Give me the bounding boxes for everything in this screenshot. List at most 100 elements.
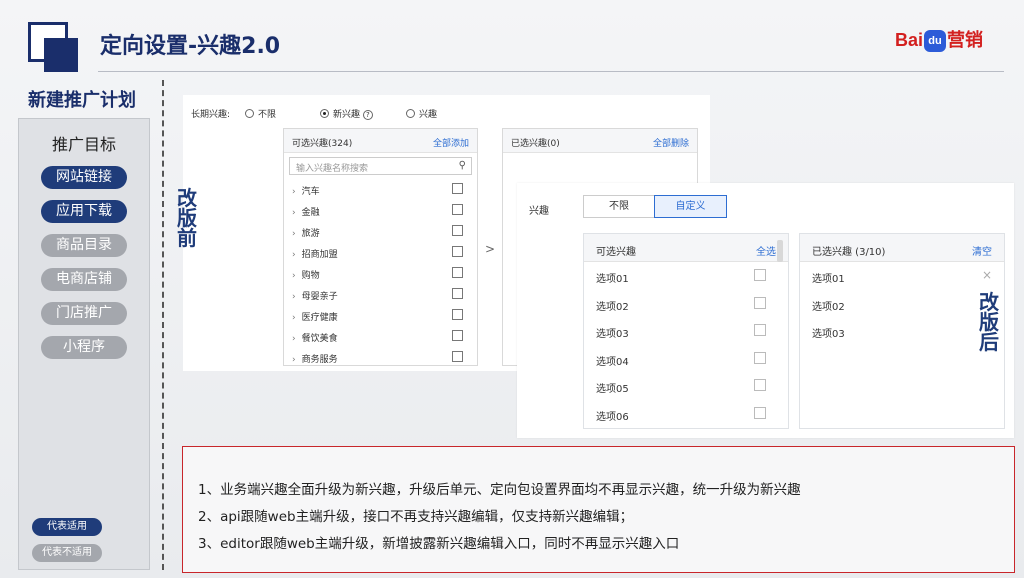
close-icon[interactable]: × xyxy=(982,268,992,282)
before-tag: 改版前 xyxy=(177,186,197,250)
radio-new-interest[interactable]: 新兴趣 ? xyxy=(320,107,373,120)
option-label: 选项06 xyxy=(596,411,629,423)
option-row[interactable]: 选项01 xyxy=(584,262,788,290)
checkbox[interactable] xyxy=(754,296,766,309)
option-row[interactable]: 选项03 xyxy=(584,317,788,345)
add-all-link[interactable]: 全部添加 xyxy=(433,136,469,149)
checkbox[interactable] xyxy=(754,351,766,364)
list-item-label: 招商加盟 xyxy=(301,250,338,260)
selected-option-row: 选项01 × xyxy=(800,262,1004,290)
option-label: 选项03 xyxy=(596,329,629,340)
selected-options-list: 已选兴趣 (3/10) 清空 选项01 × 选项02 选项03 xyxy=(799,233,1005,429)
option-label: 选项01 xyxy=(812,274,845,285)
goal-sidebar: 推广目标 网站链接应用下载商品目录电商店铺门店推广小程序 xyxy=(18,118,150,570)
chevron-right-icon: › xyxy=(292,250,296,260)
list-item[interactable]: › 商务服务 xyxy=(284,347,477,368)
list-item-label: 旅游 xyxy=(301,229,320,239)
list-item[interactable]: › 汽车 xyxy=(284,179,477,200)
list-header: 已选兴趣(0) 全部删除 xyxy=(503,129,697,153)
goal-heading: 推广目标 xyxy=(51,135,116,154)
list-item[interactable]: › 旅游 xyxy=(284,221,477,242)
option-row[interactable]: 选项05 xyxy=(584,372,788,400)
checkbox[interactable] xyxy=(754,379,766,391)
option-row[interactable]: 选项06 xyxy=(584,400,788,428)
available-interest-list: 可选兴趣(324) 全部添加 输入兴趣名称搜索 ⚲ › 汽车 › 金融 › 旅游 › 招商加盟 › 购… xyxy=(283,128,478,366)
transfer-arrow-icon[interactable]: > xyxy=(485,242,495,256)
segment-custom[interactable]: 自定义 xyxy=(654,195,727,218)
option-label: 选项02 xyxy=(812,301,845,313)
list-item[interactable]: › 餐饮美食 xyxy=(284,326,477,347)
list-header: 可选兴趣(324) 全部添加 xyxy=(284,129,477,153)
long-term-interest-label: 长期兴趣: xyxy=(191,110,231,120)
option-label: 选项02 xyxy=(596,301,629,313)
clear-link[interactable]: 清空 xyxy=(972,243,992,258)
goal-item[interactable]: 小程序 xyxy=(41,336,127,359)
scrollbar[interactable] xyxy=(777,240,783,262)
checkbox[interactable] xyxy=(452,225,463,236)
list-item[interactable]: › 医疗健康 xyxy=(284,305,477,326)
goal-item[interactable]: 网站链接 xyxy=(41,166,127,189)
checkbox[interactable] xyxy=(754,269,766,281)
list-item[interactable]: › 招商加盟 xyxy=(284,242,477,263)
checkbox[interactable] xyxy=(452,330,463,341)
selected-option-row: 选项03 xyxy=(800,317,1004,345)
goal-item[interactable]: 电商店铺 xyxy=(41,268,127,291)
list-item[interactable]: › 购物 xyxy=(284,263,477,284)
list-item-label: 餐饮美食 xyxy=(301,334,338,344)
option-label: 选项01 xyxy=(596,274,629,285)
checkbox[interactable] xyxy=(452,204,463,215)
checkbox[interactable] xyxy=(452,183,463,194)
checkbox[interactable] xyxy=(754,406,766,419)
slide: 定向设置-兴趣2.0 Bai du 营销 新建推广计划 推广目标 网站链接应用下载商… xyxy=(0,0,1024,578)
radio-selected-icon xyxy=(320,109,329,118)
interest-search-input[interactable]: 输入兴趣名称搜索 ⚲ xyxy=(289,157,472,175)
radio-icon xyxy=(406,109,415,118)
note-line: 3、editor跟随web主端升级，新增披露新兴趣编辑入口，同时不再显示兴趣入口 xyxy=(198,536,680,552)
list-item-label: 汽车 xyxy=(301,187,320,197)
checkbox[interactable] xyxy=(754,324,766,336)
note-line: 2、api跟随web主端升级，接口不再支持兴趣编辑，仅支持新兴趣编辑； xyxy=(198,509,634,525)
option-row[interactable]: 选项02 xyxy=(584,290,788,318)
option-row[interactable]: 选项04 xyxy=(584,345,788,373)
after-panel: 兴趣 不限 自定义 可选兴趣 全选 选项01 选项02 选项03 选项04 选项05 选项0… xyxy=(517,183,1014,438)
baidu-marketing-logo: Bai du 营销 xyxy=(895,26,983,53)
option-label: 选项05 xyxy=(596,384,629,395)
interest-label: 兴趣 xyxy=(529,206,549,217)
chevron-right-icon: › xyxy=(292,334,296,344)
checkbox[interactable] xyxy=(452,351,463,362)
checkbox[interactable] xyxy=(452,288,463,299)
radio-unlimited[interactable]: 不限 xyxy=(245,107,276,120)
search-icon: ⚲ xyxy=(458,160,466,171)
radio-interest[interactable]: 兴趣 xyxy=(406,107,437,120)
segment-unlimited[interactable]: 不限 xyxy=(583,195,655,218)
after-tag: 改版后 xyxy=(979,290,999,354)
list-item-label: 购物 xyxy=(301,271,320,281)
chevron-right-icon: › xyxy=(292,355,296,365)
list-item-label: 母婴亲子 xyxy=(301,292,338,302)
goal-item[interactable]: 商品目录 xyxy=(41,234,127,257)
chevron-right-icon: › xyxy=(292,292,296,302)
checkbox[interactable] xyxy=(452,309,463,320)
delete-all-link[interactable]: 全部删除 xyxy=(653,136,689,149)
checkbox[interactable] xyxy=(452,267,463,278)
checkbox[interactable] xyxy=(452,246,463,257)
goal-item[interactable]: 应用下载 xyxy=(41,200,127,223)
chevron-right-icon: › xyxy=(292,313,296,323)
chevron-right-icon: › xyxy=(292,271,296,281)
list-item[interactable]: › 金融 xyxy=(284,200,477,221)
option-label: 选项03 xyxy=(812,329,845,340)
goal-item[interactable]: 门店推广 xyxy=(41,302,127,325)
list-item-label: 商务服务 xyxy=(301,355,338,365)
page-title: 定向设置-兴趣2.0 xyxy=(100,34,281,59)
help-icon[interactable]: ? xyxy=(362,110,373,120)
select-all-link[interactable]: 全选 xyxy=(756,243,776,258)
notes-box: 1、业务端兴趣全面升级为新兴趣，升级后单元、定向包设置界面均不再显示兴趣，统一升… xyxy=(182,446,1015,573)
legend-not-applicable: 代表不适用 xyxy=(32,544,102,562)
legend-applicable: 代表适用 xyxy=(32,518,102,536)
list-item[interactable]: › 母婴亲子 xyxy=(284,284,477,305)
plan-title: 新建推广计划 xyxy=(28,90,136,111)
note-line: 1、业务端兴趣全面升级为新兴趣，升级后单元、定向包设置界面均不再显示兴趣，统一升… xyxy=(198,482,801,498)
selected-option-row: 选项02 xyxy=(800,290,1004,318)
list-header: 可选兴趣 全选 xyxy=(584,234,788,262)
chevron-right-icon: › xyxy=(292,208,296,218)
